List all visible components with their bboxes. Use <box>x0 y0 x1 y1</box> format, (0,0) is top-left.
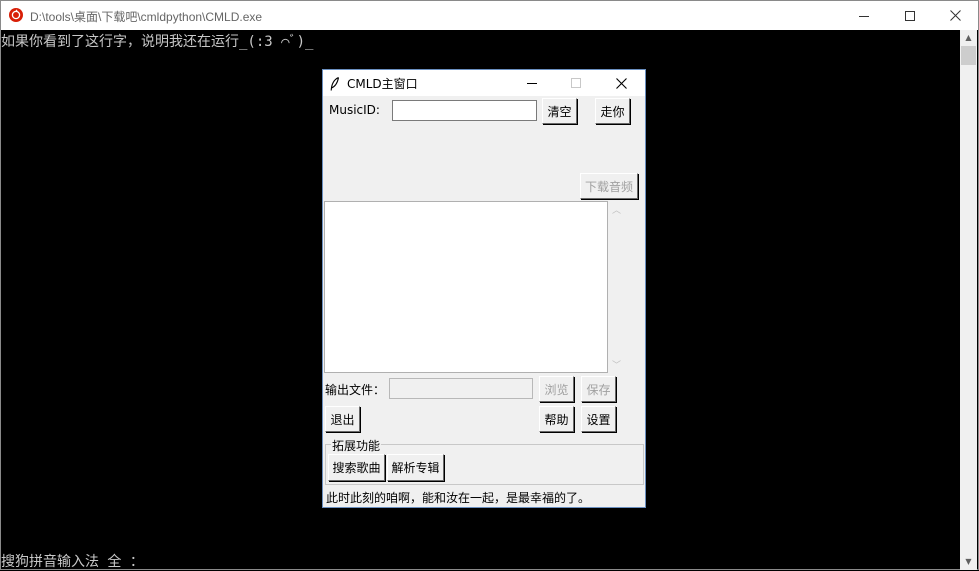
extension-group-label: 拓展功能 <box>331 437 382 454</box>
scrollbar-thumb[interactable] <box>961 46 976 65</box>
netease-music-icon <box>9 8 23 22</box>
scroll-up-icon[interactable]: ▲ <box>960 30 977 46</box>
tk-titlebar[interactable]: CMLD主窗口 <box>323 70 645 96</box>
maximize-button[interactable] <box>887 1 933 30</box>
browse-button[interactable]: 浏览 <box>539 376 574 402</box>
window-title: CMLD主窗口 <box>347 77 418 91</box>
console-title: D:\tools\桌面\下载吧\cmldpython\CMLD.exe <box>30 10 263 24</box>
console-titlebar[interactable]: D:\tools\桌面\下载吧\cmldpython\CMLD.exe <box>1 1 978 30</box>
search-song-button[interactable]: 搜索歌曲 <box>328 454 385 481</box>
musicid-label: MusicID: <box>329 103 380 117</box>
console-scrollbar[interactable]: ▲ ▼ <box>960 30 977 570</box>
scroll-up-icon[interactable]: ︿ <box>612 203 621 216</box>
status-text: 此时此刻的咱啊，能和汝在一起，是最幸福的了。 <box>326 491 591 505</box>
maximize-icon <box>571 78 581 88</box>
output-file-label: 输出文件： <box>325 383 386 397</box>
parse-album-button[interactable]: 解析专辑 <box>387 454 444 481</box>
tk-close-button[interactable] <box>599 70 643 96</box>
musicid-input[interactable] <box>392 100 537 121</box>
tk-minimize-button[interactable] <box>510 70 554 96</box>
extension-group: 拓展功能 搜索歌曲 解析专辑 <box>325 437 644 485</box>
go-button[interactable]: 走你 <box>595 98 630 124</box>
console-output-line: 如果你看到了这行字，说明我还在运行_(:3 ⌒ﾞ)_ <box>1 34 314 50</box>
clear-button[interactable]: 清空 <box>542 98 577 124</box>
cmld-main-window: CMLD主窗口 MusicID: 清空 走你 下载音频 ︿ ﹀ 输出文件： 浏览… <box>322 69 646 508</box>
maximize-icon <box>905 10 915 21</box>
download-audio-button[interactable]: 下载音频 <box>580 173 638 199</box>
close-button[interactable] <box>932 1 978 30</box>
minimize-button[interactable] <box>841 1 887 30</box>
settings-button[interactable]: 设置 <box>581 406 616 432</box>
help-button[interactable]: 帮助 <box>539 406 574 432</box>
close-icon <box>615 77 627 89</box>
scroll-down-icon[interactable]: ﹀ <box>612 358 621 371</box>
log-scrollbar[interactable]: ︿ ﹀ <box>608 201 625 373</box>
feather-icon <box>330 76 340 95</box>
log-textarea[interactable] <box>324 201 608 373</box>
ime-status-bar: 搜狗拼音输入法 全 ： <box>1 554 144 570</box>
minimize-icon <box>859 15 869 17</box>
scroll-down-icon[interactable]: ▼ <box>960 554 977 570</box>
close-icon <box>949 10 961 21</box>
minimize-icon <box>527 83 537 84</box>
tk-maximize-button <box>554 70 598 96</box>
output-file-input[interactable] <box>389 378 533 399</box>
exit-button[interactable]: 退出 <box>325 406 360 432</box>
save-button[interactable]: 保存 <box>581 376 616 402</box>
